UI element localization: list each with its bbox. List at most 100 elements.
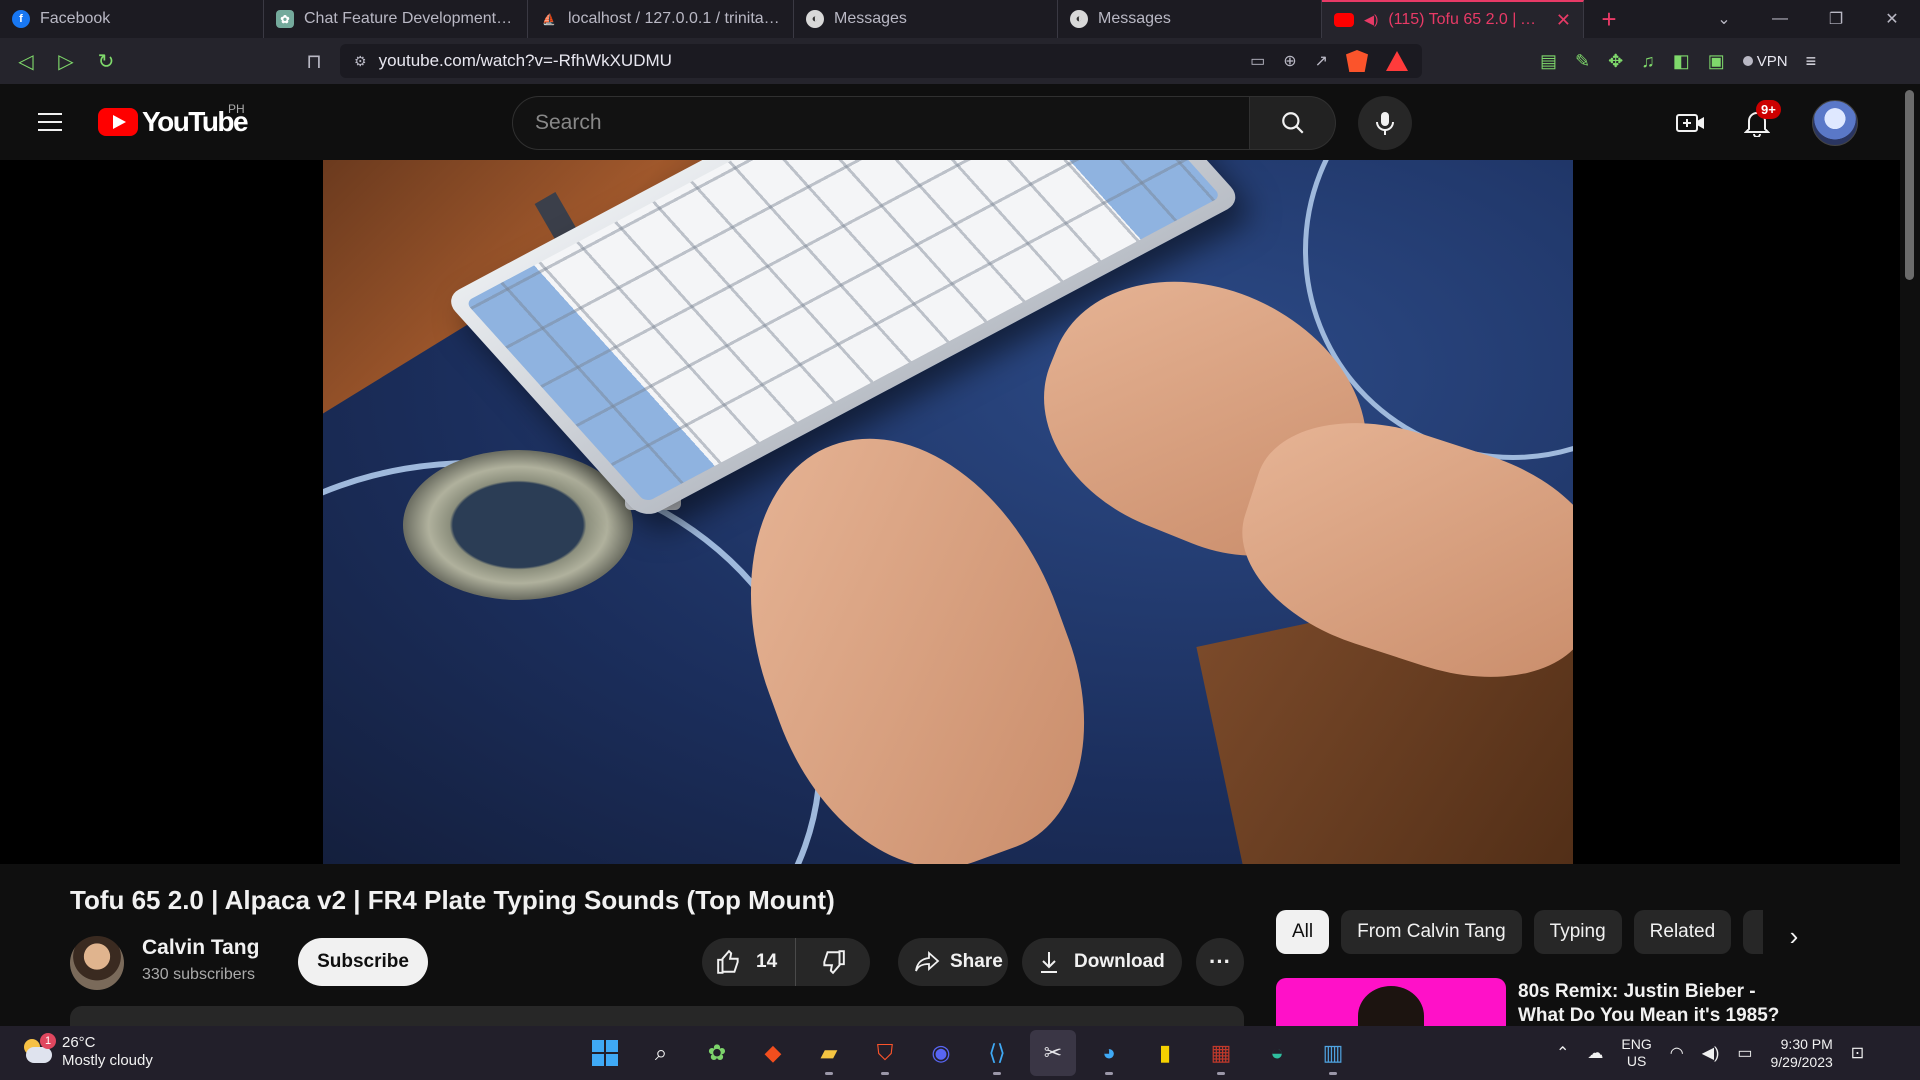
new-tab-button[interactable]: +	[1584, 0, 1634, 38]
taskbar-search-icon[interactable]: ⌕	[638, 1030, 684, 1076]
brave-rewards-icon[interactable]	[1386, 51, 1408, 71]
back-icon[interactable]: ◁	[6, 43, 46, 79]
chip-typing[interactable]: Typing	[1533, 910, 1622, 954]
like-button[interactable]: 14	[702, 938, 797, 986]
reload-icon[interactable]: ↻	[86, 43, 126, 79]
snipping-tool-icon[interactable]: ✂	[1030, 1030, 1076, 1076]
winrar-icon[interactable]: ▦	[1198, 1030, 1244, 1076]
url-text[interactable]: youtube.com/watch?v=-RfhWkXUDMU	[379, 51, 672, 71]
description-box[interactable]	[70, 1006, 1244, 1026]
video-player[interactable]	[0, 160, 1900, 864]
chatgpt-icon: ✿	[276, 10, 294, 28]
chip-partial[interactable]	[1743, 910, 1764, 954]
account-avatar[interactable]	[1812, 100, 1858, 146]
search-input[interactable]	[512, 96, 1250, 150]
share-icon	[915, 950, 940, 972]
address-toolbar: ◁ ▷ ↻ ⊓ ⚙ youtube.com/watch?v=-RfhWkXUDM…	[0, 38, 1920, 84]
minimize-icon[interactable]: —	[1752, 0, 1808, 38]
more-actions-button[interactable]: ···	[1196, 938, 1244, 986]
vscode-icon[interactable]: ⟨⟩	[974, 1030, 1020, 1076]
weather-alert-badge: 1	[40, 1033, 56, 1049]
address-bar[interactable]: ⚙ youtube.com/watch?v=-RfhWkXUDMU ▭ ⊕ ↗	[340, 44, 1422, 78]
discord-icon[interactable]: ◉	[918, 1030, 964, 1076]
thumbs-up-icon	[717, 949, 739, 974]
sidebar-icon[interactable]: ◧	[1673, 51, 1690, 72]
channel-name[interactable]: Calvin Tang	[142, 936, 259, 960]
language-indicator[interactable]: ENG US	[1621, 1036, 1651, 1070]
close-window-icon[interactable]: ✕	[1864, 0, 1920, 38]
chevron-down-icon[interactable]: ⌄	[1696, 0, 1752, 38]
chevron-right-icon[interactable]: ›	[1776, 918, 1812, 954]
tab-youtube-active[interactable]: ◀) (115) Tofu 65 2.0 | Alpaca ✕	[1322, 0, 1584, 38]
firefox-icon[interactable]: ◕	[1086, 1030, 1132, 1076]
search-button[interactable]	[1250, 96, 1336, 150]
vpn-status-icon	[1742, 56, 1753, 66]
recommended-video-title[interactable]: 80s Remix: Justin Bieber - What Do You M…	[1518, 980, 1798, 1026]
weather-widget[interactable]: 1 26°C Mostly cloudy	[20, 1033, 153, 1070]
voice-search-button[interactable]	[1358, 96, 1412, 150]
tab-phpmyadmin[interactable]: ⛵ localhost / 127.0.0.1 / trinitas / m	[528, 0, 794, 38]
tab-facebook[interactable]: f Facebook	[0, 0, 264, 38]
download-button[interactable]: Download	[1022, 938, 1182, 986]
page-scrollbar[interactable]	[1900, 84, 1920, 1026]
tab-messages-1[interactable]: ◐ Messages	[794, 0, 1058, 38]
browser-menu-icon[interactable]: ≡	[1806, 51, 1817, 72]
extensions-icon[interactable]: ✥	[1608, 51, 1623, 72]
weather-temperature: 26°C	[62, 1034, 96, 1051]
system-tray: ⌃ ☁ ENG US ◠ ◀) ▭ 9:30 PM 9/29/2023 ⊡	[1556, 1030, 1864, 1076]
sticky-notes-icon[interactable]: ▮	[1142, 1030, 1188, 1076]
share-page-icon[interactable]: ↗	[1315, 51, 1328, 71]
tab-messages-2[interactable]: ◐ Messages	[1058, 0, 1322, 38]
channel-avatar[interactable]	[70, 936, 124, 990]
language-code: ENG	[1621, 1036, 1652, 1052]
country-code: PH	[228, 102, 245, 116]
subscribe-button[interactable]: Subscribe	[298, 938, 428, 986]
brave-browser-icon[interactable]: ⛉	[862, 1030, 908, 1076]
recommendation-chips: All From Calvin Tang Typing Related	[1276, 910, 1764, 954]
site-info-icon[interactable]: ⚙	[354, 53, 367, 70]
thumbs-down-icon	[823, 950, 845, 975]
music-icon[interactable]: ♫	[1641, 51, 1655, 72]
hamburger-menu-icon[interactable]	[30, 104, 70, 140]
chip-related[interactable]: Related	[1633, 910, 1732, 954]
onedrive-icon[interactable]: ☁	[1587, 1043, 1603, 1063]
youtube-logo[interactable]: YouTube	[98, 106, 249, 138]
scrollbar-thumb[interactable]	[1905, 90, 1914, 280]
notepad-icon[interactable]: ▥	[1310, 1030, 1356, 1076]
share-button[interactable]: Share	[898, 938, 1008, 986]
dislike-button[interactable]	[796, 938, 870, 986]
zoom-icon[interactable]: ⊕	[1283, 51, 1296, 71]
close-tab-icon[interactable]: ✕	[1556, 10, 1571, 31]
browser-tab-bar: f Facebook ✿ Chat Feature Development Gu…	[0, 0, 1920, 38]
wifi-icon[interactable]: ◠	[1670, 1043, 1684, 1063]
start-button[interactable]	[582, 1030, 628, 1076]
bookmark-icon[interactable]: ⊓	[294, 43, 334, 79]
notification-center-icon[interactable]: ⊡	[1851, 1043, 1864, 1063]
tab-chatgpt[interactable]: ✿ Chat Feature Development Guide	[264, 0, 528, 38]
video-frame[interactable]	[323, 160, 1573, 864]
chip-all[interactable]: All	[1276, 910, 1330, 954]
tab-label: Messages	[1098, 10, 1171, 27]
vpn-button[interactable]: VPN	[1742, 53, 1788, 70]
cast-icon[interactable]: ▭	[1250, 51, 1265, 71]
create-video-button[interactable]	[1670, 102, 1712, 144]
extensions-bar: ▤ ✎ ✥ ♫ ◧ ▣ VPN ≡	[1540, 42, 1816, 80]
battery-icon[interactable]: ▭	[1737, 1043, 1752, 1063]
speaker-icon[interactable]: ◀)	[1364, 12, 1378, 28]
forward-icon[interactable]: ▷	[46, 43, 86, 79]
chip-from-channel[interactable]: From Calvin Tang	[1341, 910, 1522, 954]
copilot-icon[interactable]: ✿	[694, 1030, 740, 1076]
clock[interactable]: 9:30 PM 9/29/2023	[1770, 1035, 1832, 1071]
chevron-up-icon[interactable]: ⌃	[1556, 1043, 1569, 1063]
wallet-icon[interactable]: ▣	[1708, 51, 1725, 72]
extension-doc-icon[interactable]: ▤	[1540, 51, 1557, 72]
extension-pen-icon[interactable]: ✎	[1575, 51, 1590, 72]
restore-icon[interactable]: ❐	[1808, 0, 1864, 38]
more-icon: ···	[1209, 949, 1231, 974]
file-explorer-icon[interactable]: ▰	[806, 1030, 852, 1076]
brave-shields-icon[interactable]	[1346, 50, 1368, 72]
edge-icon[interactable]: ◒	[1254, 1030, 1300, 1076]
volume-icon[interactable]: ◀)	[1702, 1043, 1720, 1063]
figma-icon[interactable]: ◆	[750, 1030, 796, 1076]
recommended-video-thumbnail[interactable]	[1276, 978, 1506, 1028]
